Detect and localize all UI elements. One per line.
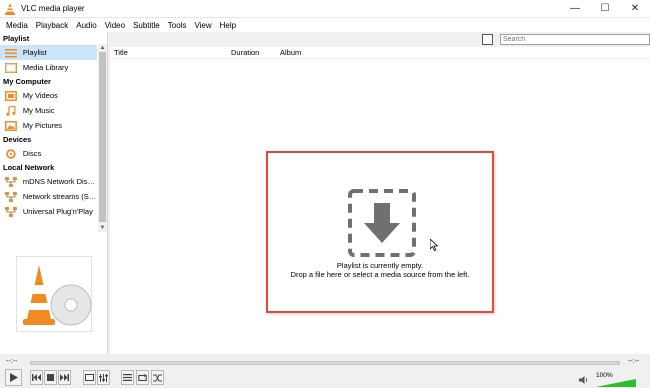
stop-icon — [47, 374, 54, 381]
toggle-playlist-button[interactable] — [121, 370, 134, 385]
sidebar-item-my-videos[interactable]: My Videos — [0, 88, 97, 103]
sidebar-list: Playlist Playlist Media Library My Compu… — [0, 32, 108, 232]
equalizer-icon — [99, 373, 108, 382]
network-icon — [5, 176, 17, 187]
menu-audio[interactable]: Audio — [72, 21, 100, 30]
playlist-toggle-icon — [123, 374, 132, 381]
sidebar-header-local-network: Local Network — [3, 163, 55, 172]
time-total: --:-- — [628, 358, 640, 365]
loop-button[interactable] — [136, 370, 149, 385]
playlist-view-button[interactable] — [482, 34, 493, 45]
sidebar-item-discs[interactable]: Discs — [0, 146, 97, 161]
music-icon — [6, 105, 16, 116]
search-input[interactable] — [500, 34, 650, 45]
sidebar-header-devices: Devices — [3, 135, 32, 144]
player-controls: --:-- --:-- 100% — [0, 354, 650, 388]
volume-percent: 100% — [596, 372, 613, 379]
column-headers: Title Duration Album — [110, 47, 650, 59]
sidebar-item-upnp[interactable]: Universal Plug'n'Play — [0, 204, 97, 219]
mouse-cursor-icon — [430, 239, 438, 251]
media-library-icon — [5, 62, 17, 73]
playlist-toolbar — [110, 32, 650, 47]
network-icon — [5, 191, 17, 202]
sidebar-header-my-computer: My Computer — [3, 77, 51, 86]
album-art — [16, 256, 92, 332]
playlist-icon — [5, 48, 17, 57]
sidebar-item-my-pictures[interactable]: My Pictures — [0, 118, 97, 133]
menu-playback[interactable]: Playback — [32, 21, 72, 30]
videos-icon — [5, 90, 17, 101]
volume-speaker-icon[interactable] — [579, 375, 589, 385]
close-button[interactable]: ✕ — [620, 0, 650, 18]
sidebar-item-label: Network streams (SAP) — [22, 192, 97, 201]
volume-level-fill — [596, 379, 636, 387]
sidebar-item-label: My Music — [22, 106, 55, 115]
volume-slider[interactable] — [596, 379, 636, 387]
scroll-up-icon[interactable]: ▲ — [98, 44, 107, 52]
sidebar: Playlist Playlist Media Library My Compu… — [0, 32, 108, 354]
playlist-panel: Title Duration Album Playlist is current… — [110, 32, 650, 354]
menu-bar: Media Playback Audio Video Subtitle Tool… — [0, 18, 650, 32]
drop-message-line1: Playlist is currently empty. — [336, 261, 424, 270]
sidebar-item-mdns[interactable]: mDNS Network Disco... — [0, 174, 97, 189]
column-title[interactable]: Title — [114, 48, 128, 57]
drop-message: Playlist is currently empty. Drop a file… — [268, 261, 492, 279]
window-title: VLC media player — [21, 4, 85, 13]
vlc-cone-art-icon — [23, 265, 92, 326]
next-button[interactable] — [58, 370, 71, 385]
menu-help[interactable]: Help — [216, 21, 240, 30]
column-album[interactable]: Album — [280, 48, 301, 57]
scroll-down-icon[interactable]: ▼ — [98, 224, 107, 232]
sidebar-item-label: My Videos — [22, 91, 58, 100]
menu-video[interactable]: Video — [101, 21, 129, 30]
previous-button[interactable] — [30, 370, 43, 385]
sidebar-item-label: Playlist — [22, 48, 47, 57]
maximize-button[interactable]: ☐ — [590, 0, 620, 18]
play-icon — [10, 373, 18, 382]
menu-view[interactable]: View — [190, 21, 215, 30]
minimize-button[interactable]: — — [560, 0, 590, 18]
sidebar-item-label: Media Library — [22, 63, 69, 72]
menu-media[interactable]: Media — [2, 21, 32, 30]
disc-icon — [6, 148, 16, 159]
sidebar-item-label: mDNS Network Disco... — [22, 177, 97, 186]
play-button[interactable] — [5, 369, 22, 386]
vlc-cone-icon — [5, 2, 15, 15]
shuffle-icon — [153, 374, 162, 381]
sidebar-item-playlist[interactable]: Playlist — [0, 45, 97, 60]
sidebar-item-label: My Pictures — [22, 121, 63, 130]
drop-download-icon — [348, 189, 416, 257]
sidebar-scrollbar[interactable]: ▲ ▼ — [98, 44, 107, 232]
fullscreen-button[interactable] — [83, 370, 96, 385]
column-duration[interactable]: Duration — [231, 48, 259, 57]
network-icon — [5, 206, 17, 217]
sidebar-item-label: Discs — [22, 149, 42, 158]
shuffle-button[interactable] — [151, 370, 164, 385]
sidebar-header-playlist: Playlist — [3, 34, 30, 43]
drop-message-line2: Drop a file here or select a media sourc… — [290, 270, 470, 279]
sidebar-item-my-music[interactable]: My Music — [0, 103, 97, 118]
drop-zone[interactable]: Playlist is currently empty. Drop a file… — [266, 151, 494, 313]
next-icon — [60, 374, 69, 381]
sidebar-item-sap[interactable]: Network streams (SAP) — [0, 189, 97, 204]
menu-subtitle[interactable]: Subtitle — [129, 21, 164, 30]
loop-icon — [138, 373, 147, 381]
title-bar: VLC media player — ☐ ✕ — [0, 0, 650, 18]
menu-tools[interactable]: Tools — [164, 21, 191, 30]
fullscreen-icon — [85, 374, 94, 381]
seek-bar[interactable] — [30, 361, 620, 365]
pictures-icon — [5, 120, 17, 131]
sidebar-item-label: Universal Plug'n'Play — [22, 207, 93, 216]
previous-icon — [32, 374, 41, 381]
sidebar-item-media-library[interactable]: Media Library — [0, 60, 97, 75]
stop-button[interactable] — [44, 370, 57, 385]
scrollbar-thumb[interactable] — [99, 52, 106, 222]
extended-settings-button[interactable] — [97, 370, 110, 385]
time-elapsed: --:-- — [6, 358, 18, 365]
